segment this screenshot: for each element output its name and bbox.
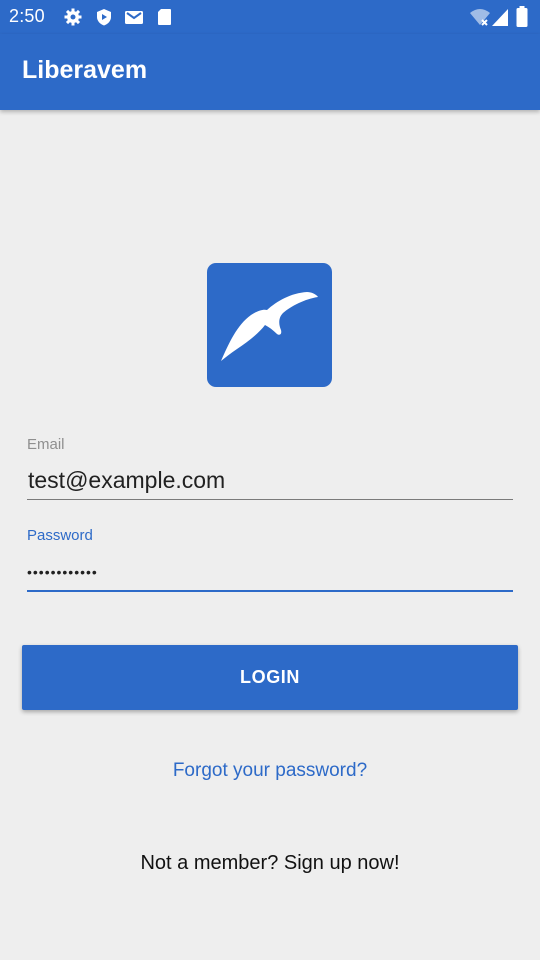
email-field[interactable] <box>27 460 513 500</box>
wifi-off-icon <box>469 7 491 32</box>
password-field[interactable]: •••••••••••• <box>27 556 513 588</box>
login-button[interactable]: LOGIN <box>22 645 518 710</box>
app-logo <box>207 263 332 387</box>
shield-icon <box>95 8 113 31</box>
bird-logo-icon <box>221 292 318 361</box>
forgot-password-link[interactable]: Forgot your password? <box>0 760 540 782</box>
login-screen: 2:50 Liberavem Email test@example.com Pa… <box>0 0 540 960</box>
password-underline <box>27 590 513 592</box>
signup-link[interactable]: Not a member? Sign up now! <box>0 852 540 875</box>
sd-card-icon <box>157 8 172 31</box>
signal-icon <box>491 7 509 32</box>
status-bar: 2:50 <box>0 0 540 34</box>
app-bar: Liberavem <box>0 34 540 110</box>
battery-icon <box>516 6 528 32</box>
email-label: Email <box>27 436 65 453</box>
gear-icon <box>64 8 82 31</box>
gmail-icon <box>124 8 144 31</box>
status-time: 2:50 <box>9 6 45 26</box>
email-underline <box>27 499 513 500</box>
password-label: Password <box>27 527 93 544</box>
app-title: Liberavem <box>22 56 148 84</box>
